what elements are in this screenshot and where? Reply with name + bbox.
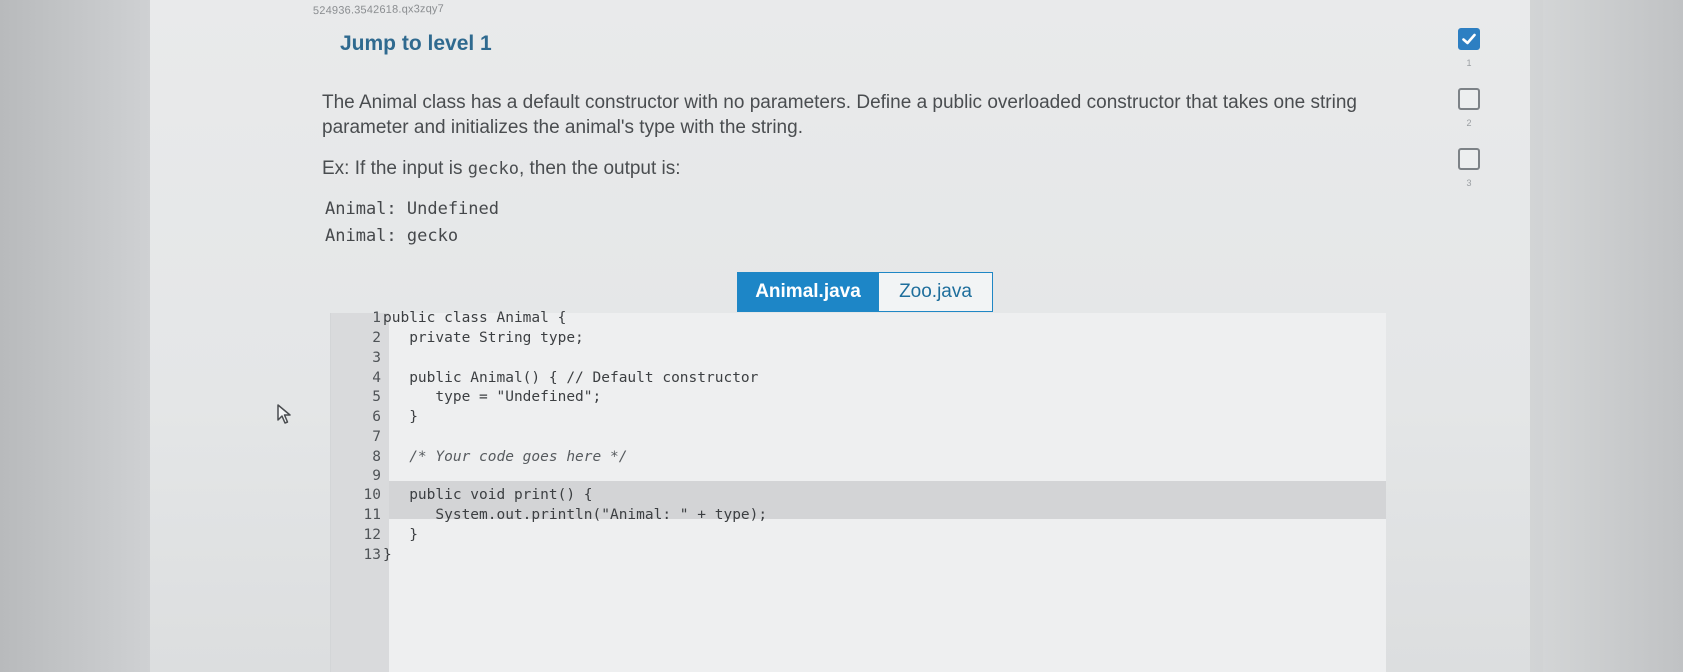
output-line: Animal: gecko — [325, 226, 459, 246]
screen: 524936.3542618.qx3zqy7 Jump to level 1 T… — [0, 0, 1683, 672]
code-line[interactable]: 12 } — [331, 527, 1386, 549]
challenge-id: 524936.3542618.qx3zqy7 — [312, 2, 445, 18]
tab-zoo-java[interactable]: Zoo.java — [879, 272, 993, 312]
code-line[interactable]: 6 } — [331, 409, 1386, 431]
code-text[interactable]: public Animal() { // Default constructor — [383, 370, 758, 386]
code-line[interactable]: 10 public void print() { — [331, 487, 1386, 509]
code-text[interactable]: private String type; — [383, 330, 584, 346]
file-tabs: Animal.java Zoo.java — [737, 272, 993, 312]
code-text[interactable]: } — [383, 409, 418, 425]
example-line: Ex: If the input is gecko, then the outp… — [322, 158, 681, 180]
prompt-text: The Animal class has a default construct… — [322, 92, 1357, 138]
code-text[interactable]: System.out.println("Animal: " + type); — [383, 507, 767, 523]
line-number: 7 — [372, 429, 381, 445]
line-number: 6 — [372, 409, 381, 425]
line-number: 2 — [372, 330, 381, 346]
code-text[interactable]: public void print() { — [383, 487, 592, 503]
example-prefix: Ex: If the input is — [322, 158, 468, 179]
line-number: 3 — [372, 350, 381, 366]
code-line[interactable]: 7 — [331, 429, 1386, 451]
line-number: 4 — [372, 370, 381, 386]
code-line[interactable]: 2 private String type; — [331, 330, 1386, 352]
level-number: 2 — [1466, 118, 1472, 128]
code-line[interactable]: 11 System.out.println("Animal: " + type)… — [331, 507, 1386, 529]
jump-to-level-title[interactable]: Jump to level 1 — [340, 32, 492, 56]
code-text[interactable]: } — [383, 527, 418, 543]
line-number: 10 — [363, 487, 381, 503]
expected-output: Animal: Undefined Animal: gecko — [325, 196, 499, 250]
level-1-checkbox[interactable] — [1458, 28, 1480, 50]
checkmark-icon — [1462, 33, 1476, 45]
code-line[interactable]: 5 type = "Undefined"; — [331, 389, 1386, 411]
code-line[interactable]: 13} — [331, 547, 1386, 569]
left-margin — [0, 0, 150, 672]
output-line: Animal: Undefined — [325, 199, 499, 219]
code-line[interactable]: 1 public class Animal { — [331, 310, 1386, 332]
level-number: 3 — [1466, 178, 1472, 188]
line-number: 1 — [372, 310, 381, 326]
code-text[interactable]: /* Your code goes here */ — [383, 449, 627, 465]
line-number: 5 — [372, 389, 381, 405]
tab-animal-java[interactable]: Animal.java — [737, 272, 879, 312]
code-text[interactable]: } — [383, 547, 392, 563]
line-number: 12 — [363, 527, 381, 543]
example-suffix: , then the output is: — [518, 158, 681, 179]
level-2-checkbox[interactable] — [1458, 88, 1480, 110]
line-number: 11 — [363, 507, 381, 523]
code-line[interactable]: 3 — [331, 350, 1386, 372]
example-input: gecko — [467, 159, 519, 179]
line-number: 13 — [363, 547, 381, 563]
level-3-checkbox[interactable] — [1458, 148, 1480, 170]
code-editor[interactable]: 1 public class Animal { 2 private String … — [330, 310, 1386, 672]
mouse-pointer-icon — [277, 404, 291, 424]
line-number: 9 — [372, 468, 381, 484]
level-number: 1 — [1466, 58, 1472, 68]
right-margin — [1543, 0, 1683, 672]
code-text[interactable]: type = "Undefined"; — [383, 389, 601, 405]
line-number: 8 — [372, 449, 381, 465]
code-text[interactable]: public class Animal { — [383, 310, 566, 326]
